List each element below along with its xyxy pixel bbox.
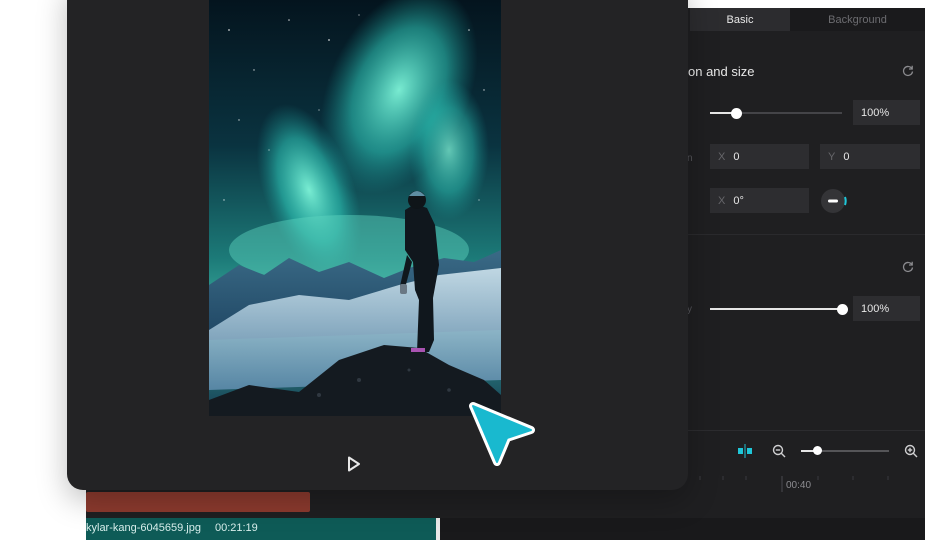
section-title-position-size: on and size [688, 64, 755, 79]
scale-value-field[interactable]: 100% [853, 100, 920, 125]
reset-icon[interactable] [902, 65, 914, 77]
section-divider [688, 234, 925, 235]
track-background [440, 518, 925, 540]
position-y-value: 0 [843, 150, 850, 163]
zoom-out-icon[interactable] [772, 444, 786, 458]
zoom-slider-knob[interactable] [812, 446, 822, 455]
pointer-cursor-icon [469, 402, 535, 466]
split-icon[interactable] [737, 444, 753, 458]
clip-duration: 00:21:19 [214, 522, 258, 534]
property-tabs: Basic Background [690, 8, 925, 31]
app-stage: Basic Background on and size 100% n X 0 … [0, 0, 925, 540]
reset-icon[interactable] [902, 261, 914, 273]
opacity-slider-fill [710, 308, 842, 310]
scale-slider-knob[interactable] [730, 108, 742, 119]
position-x-value: 0 [733, 150, 740, 163]
preview-player [67, 0, 688, 490]
clip-name: kylar-kang-6045659.jpg [86, 522, 201, 534]
tab-background[interactable]: Background [790, 8, 925, 31]
rotation-field[interactable]: X 0° [710, 188, 809, 213]
position-x-prefix: X [718, 150, 726, 163]
rotation-x-prefix: X [718, 194, 726, 207]
rotation-value: 0° [733, 194, 744, 207]
opacity-slider-knob[interactable] [836, 304, 848, 315]
position-y-field[interactable]: Y 0 [820, 144, 920, 169]
zoom-in-icon[interactable] [904, 444, 918, 458]
position-x-field[interactable]: X 0 [710, 144, 809, 169]
clip-label: kylar-kang-6045659.jpg 00:21:19 [86, 522, 258, 534]
scale-value: 100% [861, 106, 890, 119]
play-icon[interactable] [347, 456, 361, 472]
audio-track-clip[interactable] [86, 492, 310, 512]
rotation-dial-icon[interactable] [820, 187, 848, 215]
opacity-value: 100% [861, 302, 890, 315]
ruler-time-label: 00:40 [786, 480, 812, 491]
opacity-value-field[interactable]: 100% [853, 296, 920, 321]
tab-basic[interactable]: Basic [690, 8, 790, 31]
position-y-prefix: Y [828, 150, 836, 163]
aurora-preview-image [209, 0, 501, 416]
